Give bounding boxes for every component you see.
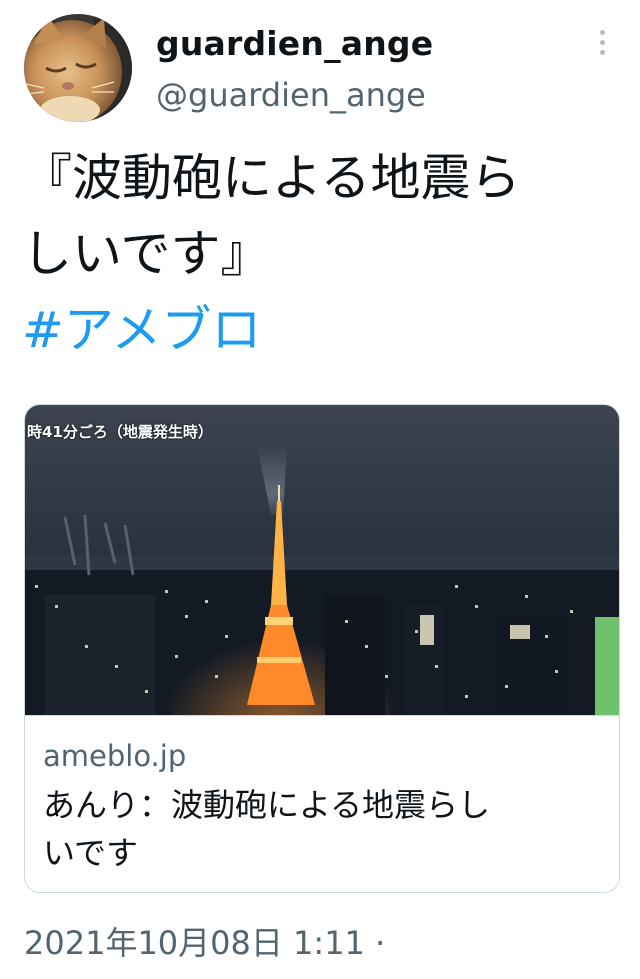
card-title-line: あんり：波動砲による地震らし — [43, 786, 491, 824]
display-name[interactable]: guardien_ange — [156, 24, 433, 63]
hashtag-link[interactable]: #アメブロ — [22, 292, 622, 368]
tweet-header: guardien_ange @guardien_ange — [0, 0, 640, 130]
link-card[interactable]: 時41分ごろ（地震発生時） ameblo.jp あんり：波動砲による地震らし い… — [24, 404, 620, 893]
card-domain: ameblo.jp — [43, 739, 187, 773]
card-divider — [25, 715, 619, 716]
more-vertical-icon[interactable] — [590, 30, 614, 66]
card-image: 時41分ごろ（地震発生時） — [25, 405, 619, 715]
tweet-timestamp[interactable]: 2021年10月08日 1:11 · — [24, 918, 385, 964]
tweet-text-line: しいです』 — [22, 225, 271, 283]
tweet-text: 『波動砲による地震ら しいです』 #アメブロ — [22, 140, 622, 368]
user-handle[interactable]: @guardien_ange — [156, 76, 426, 114]
avatar[interactable] — [24, 14, 132, 122]
tweet-text-line: 『波動砲による地震ら — [22, 149, 521, 207]
card-title-line: いです — [43, 834, 139, 872]
card-title: あんり：波動砲による地震らし いです — [43, 781, 603, 877]
image-caption: 時41分ごろ（地震発生時） — [27, 423, 213, 441]
